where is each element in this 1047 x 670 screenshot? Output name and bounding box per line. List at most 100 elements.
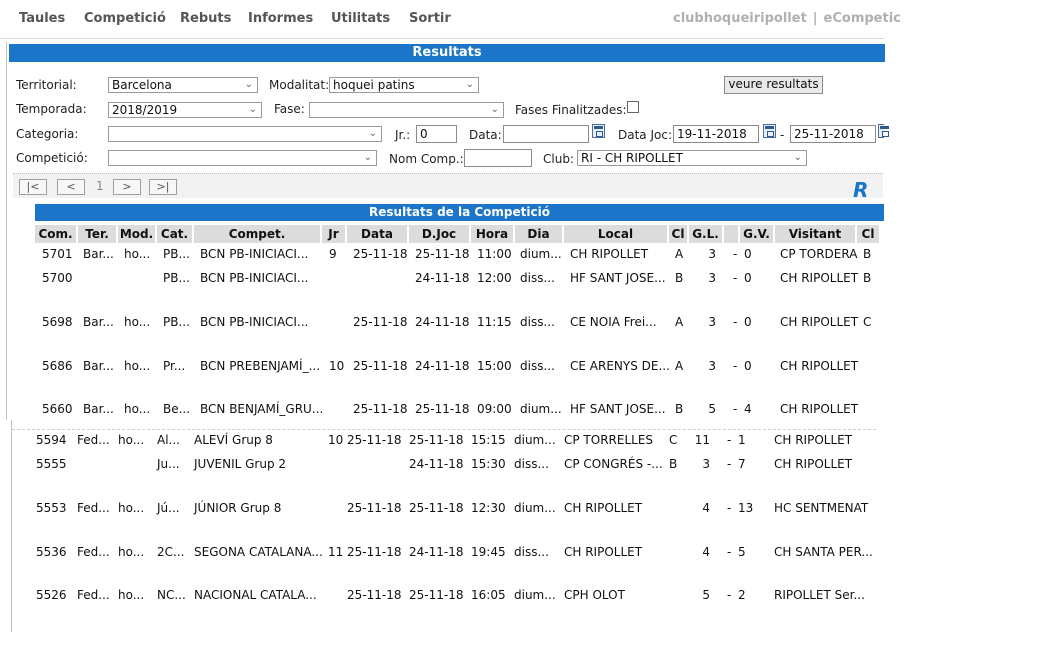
cell-dash: -	[727, 588, 732, 602]
column-header[interactable]	[724, 225, 740, 243]
cell-cat: Ju...	[157, 457, 180, 471]
cell-compet: BCN PB-INICIACI...	[200, 247, 309, 261]
cell-mod: ho...	[124, 315, 151, 329]
cell-data: 25-11-18	[353, 247, 408, 261]
temporada-label: Temporada:	[16, 102, 87, 116]
cell-com: 5536	[36, 545, 67, 559]
last-page-button[interactable]: >|	[149, 179, 177, 195]
cell-ter: Fed...	[77, 545, 110, 559]
cell-dia: diss...	[520, 359, 555, 373]
column-header[interactable]: Visitant	[775, 225, 857, 243]
cell-cl: A	[675, 359, 684, 373]
cell-gl: 4	[702, 501, 710, 515]
column-header[interactable]: Cl	[669, 225, 689, 243]
column-header[interactable]: Mod.	[118, 225, 157, 243]
cell-hora: 19:45	[471, 545, 506, 559]
cell-cl: A	[675, 315, 684, 329]
cell-com: 5594	[36, 433, 67, 447]
results-title: Resultats de la Competició	[35, 204, 884, 221]
territorial-value: Barcelona	[112, 78, 172, 92]
row-divider	[12, 429, 876, 430]
column-header[interactable]: Ter.	[78, 225, 118, 243]
cell-mod: ho...	[118, 588, 145, 602]
column-header[interactable]: Cat.	[157, 225, 194, 243]
competicio-label: Competició:	[16, 151, 88, 165]
calendar-icon[interactable]	[763, 124, 776, 138]
territorial-label: Territorial:	[16, 78, 77, 92]
fase-select[interactable]: ⌄	[309, 102, 504, 118]
cell-com: 5526	[36, 588, 67, 602]
cell-jr: 9	[329, 247, 337, 261]
column-header[interactable]: Dia	[515, 225, 564, 243]
column-header[interactable]: Jr	[322, 225, 347, 243]
jr-label: Jr.:	[395, 128, 411, 142]
cell-local: CE NOIA Frei...	[570, 315, 657, 329]
next-page-button[interactable]: >	[113, 179, 141, 195]
column-header[interactable]: Compet.	[194, 225, 322, 243]
cell-cl2: B	[863, 271, 872, 285]
cell-dash: -	[727, 433, 732, 447]
cell-hora: 12:30	[471, 501, 506, 515]
nav-competicio[interactable]: Competició	[84, 11, 166, 26]
column-header[interactable]: Hora	[471, 225, 515, 243]
categoria-select[interactable]: ⌄	[108, 126, 382, 142]
cell-ter: Bar...	[83, 359, 114, 373]
column-header[interactable]: D.Joc	[409, 225, 471, 243]
cell-data: 25-11-18	[353, 359, 408, 373]
chevron-down-icon: ⌄	[793, 152, 802, 163]
cell-visitant: CH RIPOLLET	[780, 402, 859, 416]
territorial-select[interactable]: Barcelona ⌄	[108, 77, 258, 93]
cell-dia: diss...	[514, 457, 549, 471]
prev-page-button[interactable]: <	[57, 179, 85, 195]
user-name: clubhoqueiripollet	[673, 11, 807, 26]
cell-dia: dium...	[520, 402, 562, 416]
cell-hora: 09:00	[477, 402, 512, 416]
column-header[interactable]: G.L.	[689, 225, 724, 243]
cell-visitant: CH RIPOLLET	[774, 457, 853, 471]
competicio-select[interactable]: ⌄	[108, 150, 377, 166]
view-results-button[interactable]: veure resultats	[724, 76, 823, 94]
column-header[interactable]: Cl	[857, 225, 881, 243]
cell-compet: NACIONAL CATALA...	[194, 588, 317, 602]
cell-dia: dium...	[514, 501, 556, 515]
cell-cl2: C	[863, 315, 872, 329]
nav-utilitats[interactable]: Utilitats	[331, 11, 390, 26]
data-joc-from-input[interactable]: 19-11-2018	[673, 125, 759, 143]
cell-compet: BCN PREBENJAMÍ_...	[200, 359, 321, 373]
nav-rebuts[interactable]: Rebuts	[180, 11, 231, 26]
cell-local: CP TORRELLES	[564, 433, 654, 447]
categoria-label: Categoria:	[16, 127, 79, 141]
nom-comp-input[interactable]	[464, 149, 532, 167]
cell-visitant: CH RIPOLLET	[780, 271, 859, 285]
nav-informes[interactable]: Informes	[248, 11, 313, 26]
cell-gv: 0	[744, 271, 752, 285]
cell-com: 5553	[36, 501, 67, 515]
calendar-icon[interactable]	[878, 124, 889, 138]
column-header[interactable]: Local	[564, 225, 669, 243]
nom-comp-label: Nom Comp.:	[389, 152, 464, 166]
jr-input[interactable]: 0	[416, 125, 457, 143]
cell-hora: 15:15	[471, 433, 506, 447]
column-header[interactable]: Com.	[35, 225, 78, 243]
cell-djoc: 25-11-18	[409, 588, 464, 602]
fases-finalitzades-checkbox[interactable]	[627, 101, 639, 113]
chevron-down-icon: ⌄	[465, 79, 474, 90]
nav-taules[interactable]: Taules	[19, 11, 65, 26]
modalitat-select[interactable]: hoquei patins ⌄	[329, 77, 479, 93]
cell-gv: 0	[744, 315, 752, 329]
first-page-button[interactable]: |<	[19, 179, 47, 195]
column-header[interactable]: G.V.	[740, 225, 775, 243]
column-header[interactable]: Data	[347, 225, 409, 243]
cell-gl: 11	[694, 433, 710, 447]
chevron-down-icon: ⌄	[368, 128, 377, 139]
calendar-icon[interactable]	[592, 124, 605, 138]
temporada-select[interactable]: 2018/2019 ⌄	[108, 102, 262, 118]
cell-cat: NC...	[157, 588, 186, 602]
data-input[interactable]	[503, 125, 589, 143]
cell-dash: -	[727, 501, 732, 515]
nav-sortir[interactable]: Sortir	[409, 11, 451, 26]
data-joc-to-input[interactable]: 25-11-2018	[790, 125, 876, 143]
club-select[interactable]: RI - CH RIPOLLET ⌄	[577, 150, 807, 166]
cell-compet: SEGONA CATALANA...	[194, 545, 323, 559]
cell-com: 5686	[42, 359, 73, 373]
